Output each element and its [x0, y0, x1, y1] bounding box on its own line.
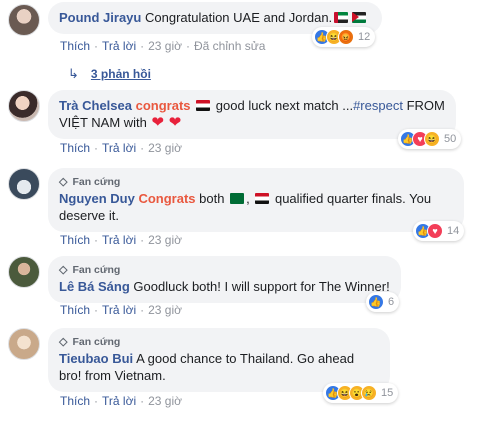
reply-link[interactable]: Trả lời	[102, 39, 136, 53]
reply-arrow-icon: ↳	[68, 66, 79, 81]
comment-author[interactable]: Pound Jirayu	[59, 10, 141, 25]
egypt-flag-icon	[255, 193, 270, 204]
uae-flag-icon	[334, 12, 349, 23]
replies-count[interactable]: 3 phản hồi	[91, 67, 151, 81]
reaction-count: 14	[447, 225, 460, 237]
view-replies-link[interactable]: ↳ 3 phản hồi	[68, 66, 151, 82]
like-link[interactable]: Thích	[60, 303, 90, 317]
comment-author[interactable]: Lê Bá Sáng	[59, 279, 130, 294]
diamond-icon: ◇	[59, 176, 68, 188]
edited-label[interactable]: Đã chỉnh sửa	[194, 39, 265, 53]
reply-link[interactable]: Trả lời	[102, 394, 136, 408]
comment-text: Goodluck both! I will support for The Wi…	[133, 279, 390, 294]
reply-link[interactable]: Trả lời	[102, 141, 136, 155]
jordan-flag-icon	[352, 12, 367, 23]
egypt-flag-icon	[196, 100, 211, 111]
reaction-summary[interactable]: 👍 ♥ 😆 50	[398, 129, 462, 149]
comment-author[interactable]: Trà Chelsea	[59, 98, 132, 113]
reaction-count: 6	[388, 296, 395, 308]
tagged-text[interactable]: Congrats	[138, 191, 195, 206]
fan-badge[interactable]: ◇ Fan cứng	[59, 263, 390, 277]
comment-bubble: ◇ Fan cứng Nguyen Duy Congrats both , qu…	[48, 168, 464, 232]
timestamp[interactable]: 23 giờ	[148, 394, 182, 408]
comment-author[interactable]: Tieubao Bui	[59, 351, 133, 366]
avatar[interactable]	[8, 168, 40, 200]
comment-bubble: Trà Chelsea congrats good luck next matc…	[48, 90, 456, 139]
comment-bubble: ◇ Fan cứng Lê Bá Sáng Goodluck both! I w…	[48, 256, 401, 303]
timestamp[interactable]: 23 giờ	[148, 141, 182, 155]
reply-link[interactable]: Trả lời	[102, 233, 136, 247]
timestamp[interactable]: 23 giờ	[148, 303, 182, 317]
like-link[interactable]: Thích	[60, 394, 90, 408]
avatar[interactable]	[8, 90, 40, 122]
fan-badge[interactable]: ◇ Fan cứng	[59, 175, 453, 189]
fan-badge-label: Fan cứng	[72, 264, 121, 276]
fan-badge-label: Fan cứng	[72, 176, 121, 188]
angry-reaction-icon: 😡	[338, 29, 354, 45]
reaction-summary[interactable]: 👍 ♥ 14	[413, 221, 465, 241]
diamond-icon: ◇	[59, 264, 68, 276]
diamond-icon: ◇	[59, 336, 68, 348]
comment-text: both	[199, 191, 225, 206]
like-link[interactable]: Thích	[60, 141, 90, 155]
avatar[interactable]	[8, 328, 40, 360]
comment-actions: Thích · Trả lời · 23 giờ	[60, 141, 182, 155]
saudi-flag-icon	[230, 193, 245, 204]
reaction-summary[interactable]: 👍 😆 😮 😢 15	[323, 383, 399, 403]
comment-actions: Thích · Trả lời · 23 giờ	[60, 303, 182, 317]
avatar[interactable]	[8, 4, 40, 36]
love-reaction-icon: ♥	[427, 223, 443, 239]
reaction-summary[interactable]: 👍 😆 😡 12	[312, 27, 376, 47]
reaction-count: 15	[381, 387, 394, 399]
like-reaction-icon: 👍	[368, 294, 384, 310]
comma: ,	[246, 191, 250, 206]
comment-text: Congratulation UAE and Jordan.	[144, 10, 333, 25]
like-link[interactable]: Thích	[60, 39, 90, 53]
comment-text: good luck next match ...	[215, 98, 354, 113]
comment-author[interactable]: Nguyen Duy	[59, 191, 135, 206]
comment-actions: Thích · Trả lời · 23 giờ	[60, 233, 182, 247]
comment-actions: Thích · Trả lời · 23 giờ	[60, 394, 182, 408]
comment-actions: Thích · Trả lời · 23 giờ · Đã chỉnh sửa	[60, 39, 266, 53]
heart-icon: ❤	[168, 114, 182, 131]
haha-reaction-icon: 😆	[424, 131, 440, 147]
like-link[interactable]: Thích	[60, 233, 90, 247]
reaction-count: 50	[444, 133, 457, 145]
heart-icon: ❤	[151, 114, 165, 131]
reaction-summary[interactable]: 👍 6	[366, 292, 400, 312]
avatar[interactable]	[8, 256, 40, 288]
reply-link[interactable]: Trả lời	[102, 303, 136, 317]
tagged-text[interactable]: congrats	[136, 98, 191, 113]
timestamp[interactable]: 23 giờ	[148, 39, 182, 53]
fan-badge-label: Fan cứng	[72, 336, 121, 348]
hashtag-link[interactable]: #respect	[353, 98, 403, 113]
fan-badge[interactable]: ◇ Fan cứng	[59, 335, 379, 349]
sad-reaction-icon: 😢	[361, 385, 377, 401]
timestamp[interactable]: 23 giờ	[148, 233, 182, 247]
reaction-count: 12	[358, 31, 371, 43]
